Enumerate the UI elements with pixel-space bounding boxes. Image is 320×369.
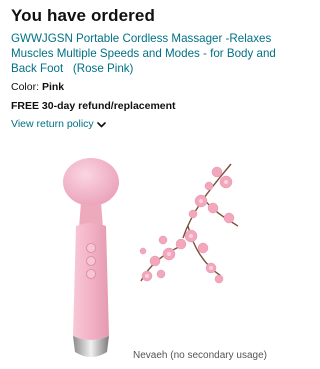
- color-label: Color:: [11, 81, 40, 93]
- color-value: Pink: [41, 81, 65, 93]
- chevron-down-icon: [96, 121, 106, 127]
- cherry-blossom-branch: [139, 163, 239, 284]
- product-name-link[interactable]: GWWJGSN Portable Cordless Massager -Rela…: [11, 31, 293, 76]
- page-title: You have ordered: [11, 6, 155, 25]
- view-return-policy-link[interactable]: View return policy: [11, 118, 106, 130]
- massager-illustration: [63, 158, 239, 357]
- return-policy-label: View return policy: [11, 118, 94, 130]
- image-caption: Nevaeh (no secondary usage): [133, 350, 267, 361]
- product-color: Color: Pink: [11, 81, 64, 93]
- refund-notice: FREE 30-day refund/replacement: [11, 100, 176, 112]
- product-image[interactable]: [43, 156, 239, 364]
- wand-massager: [63, 158, 119, 357]
